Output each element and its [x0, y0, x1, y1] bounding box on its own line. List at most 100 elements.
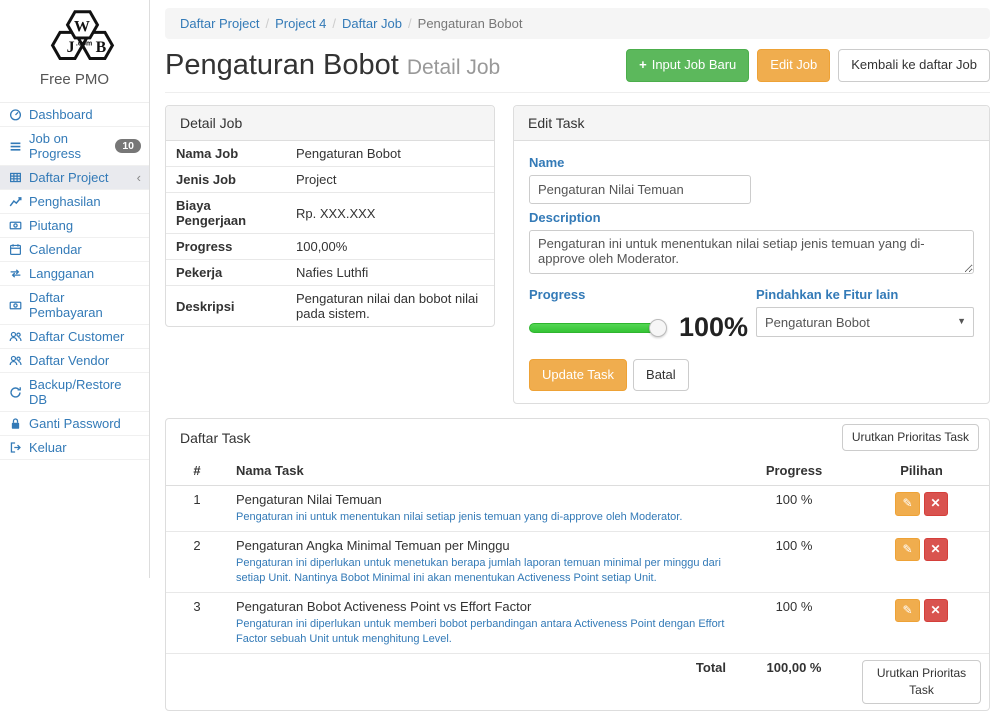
col-header-num: #: [166, 456, 228, 486]
delete-task-button[interactable]: ✕: [924, 492, 948, 515]
sidebar-item-dashboard[interactable]: Dashboard: [0, 103, 149, 127]
sidebar-item-langganan[interactable]: Langganan: [0, 262, 149, 286]
pencil-icon: ✎: [902, 602, 912, 619]
col-header-actions: Pilihan: [854, 456, 989, 486]
money-icon: [8, 219, 22, 232]
edit-job-button[interactable]: Edit Job: [757, 49, 830, 81]
detail-value: Pengaturan nilai dan bobot nilai pada si…: [284, 286, 494, 327]
task-progress: 100 %: [734, 486, 854, 532]
progress-slider-fill: [530, 324, 658, 332]
table-row: Deskripsi Pengaturan nilai dan bobot nil…: [166, 286, 494, 327]
move-to-feature-select[interactable]: Pengaturan Bobot: [756, 307, 974, 337]
daftar-task-panel: Daftar Task Urutkan Prioritas Task # Nam…: [165, 418, 990, 710]
detail-value: Pengaturan Bobot: [284, 141, 494, 167]
count-badge: 10: [115, 139, 141, 154]
delete-icon: ✕: [931, 541, 941, 558]
task-row: 3 Pengaturan Bobot Activeness Point vs E…: [166, 593, 989, 654]
task-table: # Nama Task Progress Pilihan 1 Pengatura…: [166, 456, 989, 709]
money-icon: [8, 299, 22, 312]
breadcrumb-link-project-4[interactable]: Project 4: [275, 16, 326, 31]
breadcrumb-link-daftar-project[interactable]: Daftar Project: [180, 16, 259, 31]
sidebar-item-daftar-customer[interactable]: Daftar Customer: [0, 325, 149, 349]
progress-slider[interactable]: [529, 323, 659, 333]
edit-task-button[interactable]: ✎: [895, 599, 919, 622]
task-description-textarea[interactable]: Pengaturan ini untuk menentukan nilai se…: [529, 230, 974, 274]
page-header: Pengaturan BobotDetail Job + Input Job B…: [165, 47, 990, 93]
name-label: Name: [529, 155, 974, 170]
task-name: Pengaturan Angka Minimal Temuan per Ming…: [236, 538, 726, 553]
detail-label: Pekerja: [166, 260, 284, 286]
table-icon: [8, 171, 22, 184]
sidebar-item-calendar[interactable]: Calendar: [0, 238, 149, 262]
detail-job-table: Nama Job Pengaturan Bobot Jenis Job Proj…: [166, 141, 494, 326]
batal-button[interactable]: Batal: [633, 359, 689, 391]
edit-task-button[interactable]: ✎: [895, 538, 919, 561]
svg-text:J: J: [66, 39, 74, 56]
breadcrumb-current: Pengaturan Bobot: [418, 16, 523, 31]
sidebar-item-label: Ganti Password: [29, 416, 121, 431]
sidebar-item-label: Penghasilan: [29, 194, 101, 209]
sidebar-item-label: Backup/Restore DB: [29, 377, 141, 407]
brand-name: Free PMO: [0, 71, 149, 88]
sidebar-item-label: Daftar Pembayaran: [29, 290, 141, 320]
sidebar-item-label: Keluar: [29, 440, 67, 455]
total-label: Total: [228, 653, 734, 710]
breadcrumb-separator: /: [402, 16, 418, 31]
logo[interactable]: J W B .com Free PMO: [0, 0, 149, 102]
sidebar-item-daftar-pembayaran[interactable]: Daftar Pembayaran: [0, 286, 149, 325]
kembali-ke-daftar-job-button[interactable]: Kembali ke daftar Job: [838, 49, 990, 81]
sidebar-item-backup-restore-db[interactable]: Backup/Restore DB: [0, 373, 149, 412]
detail-value: Project: [284, 167, 494, 193]
retweet-icon: [8, 267, 22, 280]
sidebar-item-daftar-project[interactable]: Daftar Project ‹: [0, 166, 149, 190]
chevron-left-icon: ‹: [137, 171, 141, 184]
urutkan-prioritas-task-button[interactable]: Urutkan Prioritas Task: [842, 424, 979, 451]
detail-label: Biaya Pengerjaan: [166, 193, 284, 234]
task-description: Pengaturan ini diperlukan untuk menetuka…: [236, 556, 726, 586]
delete-icon: ✕: [931, 602, 941, 619]
sidebar-item-label: Job on Progress: [29, 131, 108, 161]
table-row: Pekerja Nafies Luthfi: [166, 260, 494, 286]
table-row: Biaya Pengerjaan Rp. XXX.XXX: [166, 193, 494, 234]
breadcrumb: Daftar Project/Project 4/Daftar Job/Peng…: [165, 8, 990, 39]
detail-job-panel: Detail Job Nama Job Pengaturan Bobot Jen…: [165, 105, 495, 327]
task-name: Pengaturan Bobot Activeness Point vs Eff…: [236, 599, 726, 614]
task-description: Pengaturan ini diperlukan untuk memberi …: [236, 617, 726, 647]
breadcrumb-separator: /: [259, 16, 275, 31]
sidebar-item-label: Daftar Vendor: [29, 353, 109, 368]
sidebar-item-ganti-password[interactable]: Ganti Password: [0, 412, 149, 436]
breadcrumb-separator: /: [326, 16, 342, 31]
table-row: Jenis Job Project: [166, 167, 494, 193]
task-total-row: Total 100,00 % Urutkan Prioritas Task: [166, 653, 989, 710]
daftar-task-heading: Daftar Task Urutkan Prioritas Task: [166, 419, 989, 456]
move-to-feature-label: Pindahkan ke Fitur lain: [756, 287, 974, 302]
input-job-baru-button[interactable]: + Input Job Baru: [626, 49, 749, 81]
task-number: 3: [166, 593, 228, 654]
task-name-input[interactable]: [529, 175, 751, 204]
svg-text:.com: .com: [75, 40, 91, 47]
sidebar-item-penghasilan[interactable]: Penghasilan: [0, 190, 149, 214]
calendar-icon: [8, 243, 22, 256]
delete-task-button[interactable]: ✕: [924, 599, 948, 622]
sidebar-item-piutang[interactable]: Piutang: [0, 214, 149, 238]
daftar-task-panel-title: Daftar Task: [180, 430, 251, 446]
update-task-button[interactable]: Update Task: [529, 359, 627, 391]
delete-task-button[interactable]: ✕: [924, 538, 948, 561]
sidebar-item-label: Daftar Project: [29, 170, 108, 185]
main-content: Daftar Project/Project 4/Daftar Job/Peng…: [150, 0, 1000, 578]
edit-task-button[interactable]: ✎: [895, 492, 919, 515]
detail-value: Rp. XXX.XXX: [284, 193, 494, 234]
sidebar-item-job-on-progress[interactable]: Job on Progress 10: [0, 127, 149, 166]
sign-out-icon: [8, 441, 22, 454]
progress-value: 100%: [679, 312, 748, 343]
urutkan-prioritas-task-button[interactable]: Urutkan Prioritas Task: [862, 660, 981, 704]
detail-label: Progress: [166, 234, 284, 260]
detail-job-panel-title: Detail Job: [166, 106, 494, 141]
edit-task-panel: Edit Task Name Description Pengaturan in…: [513, 105, 990, 404]
sidebar-item-keluar[interactable]: Keluar: [0, 436, 149, 460]
users-icon: [8, 354, 22, 367]
sidebar-item-label: Calendar: [29, 242, 82, 257]
sidebar-item-daftar-vendor[interactable]: Daftar Vendor: [0, 349, 149, 373]
progress-slider-handle[interactable]: [649, 319, 667, 337]
breadcrumb-link-daftar-job[interactable]: Daftar Job: [342, 16, 402, 31]
